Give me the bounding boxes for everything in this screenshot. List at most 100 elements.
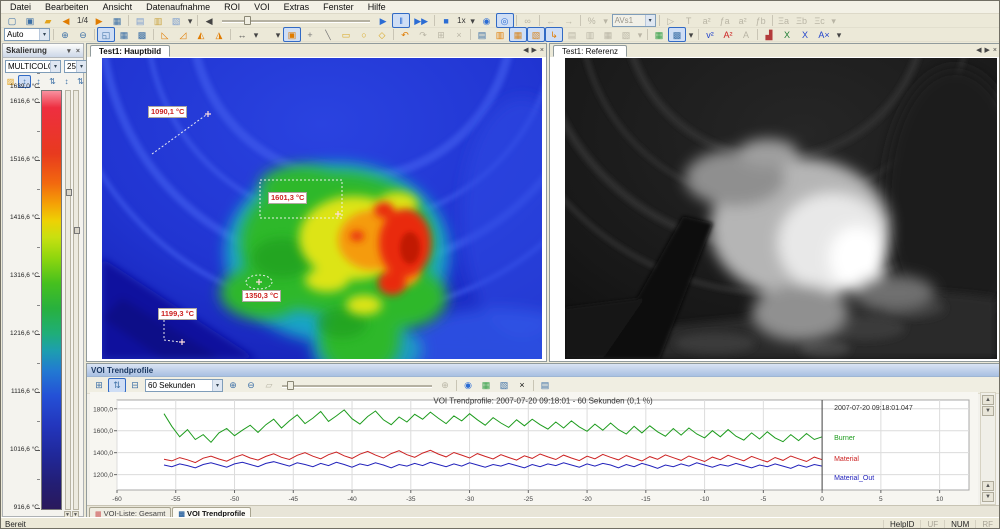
pin-icon[interactable]: ▾ — [67, 48, 71, 55]
save-icon[interactable]: ▦ — [108, 13, 126, 28]
trend-chart[interactable]: VOI Trendprofile: 2007-07-20 09:18:01 - … — [90, 392, 978, 505]
roi-link-icon[interactable]: ▦ — [509, 27, 527, 42]
stop-icon[interactable]: ■ — [437, 13, 455, 28]
trend-delete-icon[interactable]: × — [513, 378, 531, 393]
slider-thumb[interactable] — [244, 16, 251, 25]
voi-grid-dropdown-icon[interactable]: ▾ — [686, 27, 696, 42]
temperature-annotation[interactable]: 1199,3 °C — [158, 308, 197, 320]
temperature-annotation[interactable]: 1350,3 °C — [242, 290, 281, 302]
menu-item-datei[interactable]: Datei — [3, 2, 38, 12]
speaker-icon[interactable]: ◀ — [200, 13, 218, 28]
roi-point-icon[interactable]: + — [301, 27, 319, 42]
play-icon[interactable]: ▶ — [374, 13, 392, 28]
trend-interval-selector[interactable]: 60 Sekunden▾ — [145, 379, 223, 392]
scroll-down-icon[interactable]: ▼ — [982, 406, 994, 416]
menu-item-roi[interactable]: ROI — [217, 2, 247, 12]
scroll-up-icon[interactable]: ▲ — [982, 395, 994, 405]
voi-area-icon[interactable]: A² — [719, 27, 737, 42]
menu-item-fenster[interactable]: Fenster — [316, 2, 361, 12]
trend-visibility-icon[interactable]: ◉ — [459, 378, 477, 393]
scroll-tabs-right-icon[interactable]: ▶ — [532, 47, 537, 54]
roi-apply-icon[interactable]: ↳ — [545, 27, 563, 42]
copy-options-dropdown-icon[interactable]: ▾ — [185, 13, 195, 28]
flip-vertical-icon[interactable]: ◮ — [210, 27, 228, 42]
pan-dropdown-icon[interactable]: ▾ — [251, 27, 261, 42]
scroll-tabs-left-icon[interactable]: ◀ — [523, 47, 528, 54]
roi-rectangle-icon[interactable]: ▭ — [337, 27, 355, 42]
menu-item-ansicht[interactable]: Ansicht — [96, 2, 140, 12]
temperature-annotation[interactable]: 1601,3 °C — [268, 192, 307, 204]
chart-scrollbar[interactable]: ▲ ▼ ▲ ▼ — [980, 392, 996, 505]
scale-upper-limit-slider[interactable] — [65, 90, 71, 510]
zoom-out-icon[interactable]: ⊖ — [74, 27, 92, 42]
close-icon[interactable]: × — [76, 48, 80, 55]
open-file-icon[interactable]: ▰ — [39, 13, 57, 28]
scroll-tabs-right-icon[interactable]: ▶ — [985, 47, 990, 54]
tab-hauptbild[interactable]: Test1: Hauptbild — [90, 45, 170, 57]
copy-sequence-icon[interactable]: ▥ — [149, 13, 167, 28]
voi-grid-icon[interactable]: ▩ — [668, 27, 686, 42]
trend-zoom-out-icon[interactable]: ⊖ — [242, 378, 260, 393]
roi-export-icon[interactable]: ▤ — [473, 27, 491, 42]
roi-select-icon[interactable]: ▣ — [283, 27, 301, 42]
temperature-scale-bar[interactable] — [41, 90, 62, 510]
excel-template-icon[interactable]: X — [796, 27, 814, 42]
trend-export-icon[interactable]: ⊟ — [126, 378, 144, 393]
palette-selector[interactable]: MULTICOLOR▾ — [5, 60, 61, 73]
scroll-down-icon[interactable]: ▼ — [982, 492, 994, 502]
voi-chart-icon[interactable]: ▟ — [760, 27, 778, 42]
roi-polygon-icon[interactable]: ◇ — [373, 27, 391, 42]
next-frame-icon[interactable]: ▶ — [90, 13, 108, 28]
trend-position-slider[interactable] — [282, 381, 432, 390]
fit-window-icon[interactable]: ◱ — [97, 27, 115, 42]
roi-ellipse-icon[interactable]: ○ — [355, 27, 373, 42]
prev-frame-icon[interactable]: ◀ — [57, 13, 75, 28]
menu-item-voi[interactable]: VOI — [247, 2, 277, 12]
trend-layers-icon[interactable]: ⊞ — [90, 378, 108, 393]
roi-import-icon[interactable]: ▥ — [491, 27, 509, 42]
scale-mode-selector[interactable]: Auto▾ — [4, 28, 50, 41]
copy-image-icon[interactable]: ▤ — [131, 13, 149, 28]
levels-selector[interactable]: 256▾ — [64, 60, 87, 73]
excel-export-icon[interactable]: X — [778, 27, 796, 42]
playback-position-slider[interactable] — [222, 16, 370, 25]
roi-unlink-icon[interactable]: ▧ — [527, 27, 545, 42]
slider-thumb[interactable] — [287, 381, 294, 390]
menu-item-hilfe[interactable]: Hilfe — [361, 2, 393, 12]
loop-icon[interactable]: ◎ — [496, 13, 514, 28]
tab-referenz[interactable]: Test1: Referenz — [553, 45, 627, 57]
full-image-icon[interactable]: ▩ — [133, 27, 151, 42]
close-tab-icon[interactable]: × — [993, 47, 997, 54]
actual-size-icon[interactable]: ▦ — [115, 27, 133, 42]
new-report-icon[interactable]: ▣ — [21, 13, 39, 28]
fast-forward-icon[interactable]: ▶▶ — [410, 13, 432, 28]
voi-delete-icon[interactable]: A× — [814, 27, 834, 42]
trend-zoom-in-icon[interactable]: ⊕ — [224, 378, 242, 393]
scroll-tabs-left-icon[interactable]: ◀ — [976, 47, 981, 54]
roi-undo-icon[interactable]: ↶ — [396, 27, 414, 42]
pause-icon[interactable]: ‖ — [392, 13, 410, 28]
menu-item-extras[interactable]: Extras — [277, 2, 317, 12]
close-tab-icon[interactable]: × — [540, 47, 544, 54]
snapshot-icon[interactable]: ▧ — [167, 13, 185, 28]
trend-table-icon[interactable]: ▦ — [477, 378, 495, 393]
voi-more-dropdown-icon[interactable]: ▾ — [834, 27, 844, 42]
voi-value-icon[interactable]: v² — [701, 27, 719, 42]
temperature-annotation[interactable]: 1090,1 °C — [148, 106, 187, 118]
record-icon[interactable]: ◉ — [478, 13, 496, 28]
menu-item-datenaufnahme[interactable]: Datenaufnahme — [139, 2, 217, 12]
rotate-right-icon[interactable]: ◿ — [174, 27, 192, 42]
zoom-in-icon[interactable]: ⊕ — [56, 27, 74, 42]
reference-image[interactable] — [565, 58, 997, 359]
new-document-icon[interactable]: ▢ — [3, 13, 21, 28]
scale-lower-limit-slider[interactable] — [73, 90, 79, 510]
roi-more-dropdown-icon[interactable]: ▾ — [273, 27, 283, 42]
trend-print-icon[interactable]: ▤ — [536, 378, 554, 393]
trend-autoscale-icon[interactable]: ⇅ — [108, 378, 126, 393]
voi-new-icon[interactable]: ▦ — [650, 27, 668, 42]
flip-horizontal-icon[interactable]: ◭ — [192, 27, 210, 42]
menu-item-bearbeiten[interactable]: Bearbeiten — [38, 2, 96, 12]
rotate-left-icon[interactable]: ◺ — [156, 27, 174, 42]
trend-chart-copy-icon[interactable]: ▧ — [495, 378, 513, 393]
roi-line-icon[interactable]: ╲ — [319, 27, 337, 42]
